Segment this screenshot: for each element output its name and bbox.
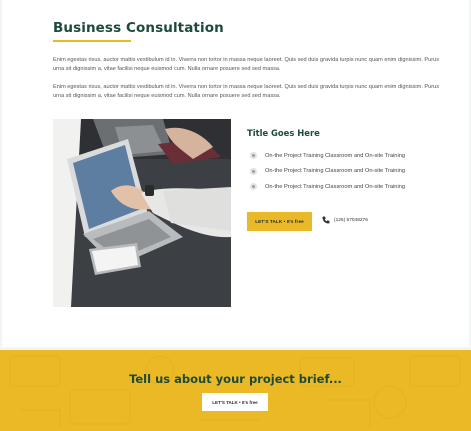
title-underline xyxy=(53,40,131,42)
check-circle-icon xyxy=(250,167,257,175)
phone-icon xyxy=(322,216,330,224)
band-pattern xyxy=(9,355,461,428)
phone-link[interactable]: (125) 57048276 xyxy=(322,216,368,224)
list-item-text: On-the Project Training Classroom and On… xyxy=(265,152,406,159)
feature-list: On-the Project Training Classroom and On… xyxy=(250,148,405,195)
list-item: On-the Project Training Classroom and On… xyxy=(250,148,405,164)
band-title: Tell us about your project brief... xyxy=(129,372,342,386)
list-item-text: On-the Project Training Classroom and On… xyxy=(265,168,406,175)
laptop-meeting-photo xyxy=(53,119,231,307)
lets-talk-button[interactable]: LET'S TALK • It's free xyxy=(247,212,312,231)
intro-paragraph-2: Enim egestas risus, auctor mattis vestib… xyxy=(53,84,440,99)
list-item-text: On-the Project Training Classroom and On… xyxy=(265,183,406,190)
intro-paragraph-1: Enim egestas risus, auctor mattis vestib… xyxy=(53,57,440,72)
page: Business Consultation Enim egestas risus… xyxy=(0,0,471,431)
phone-number: (125) 57048276 xyxy=(334,217,368,223)
page-title: Business Consultation xyxy=(53,20,224,36)
check-circle-icon xyxy=(250,152,257,160)
band-lets-talk-button[interactable]: LET'S TALK • It's free xyxy=(202,393,268,411)
list-item: On-the Project Training Classroom and On… xyxy=(250,179,405,195)
feature-title: Title Goes Here xyxy=(247,128,320,138)
check-circle-icon xyxy=(250,183,257,191)
cta-band: Tell us about your project brief... xyxy=(0,350,471,431)
list-item: On-the Project Training Classroom and On… xyxy=(250,164,405,180)
